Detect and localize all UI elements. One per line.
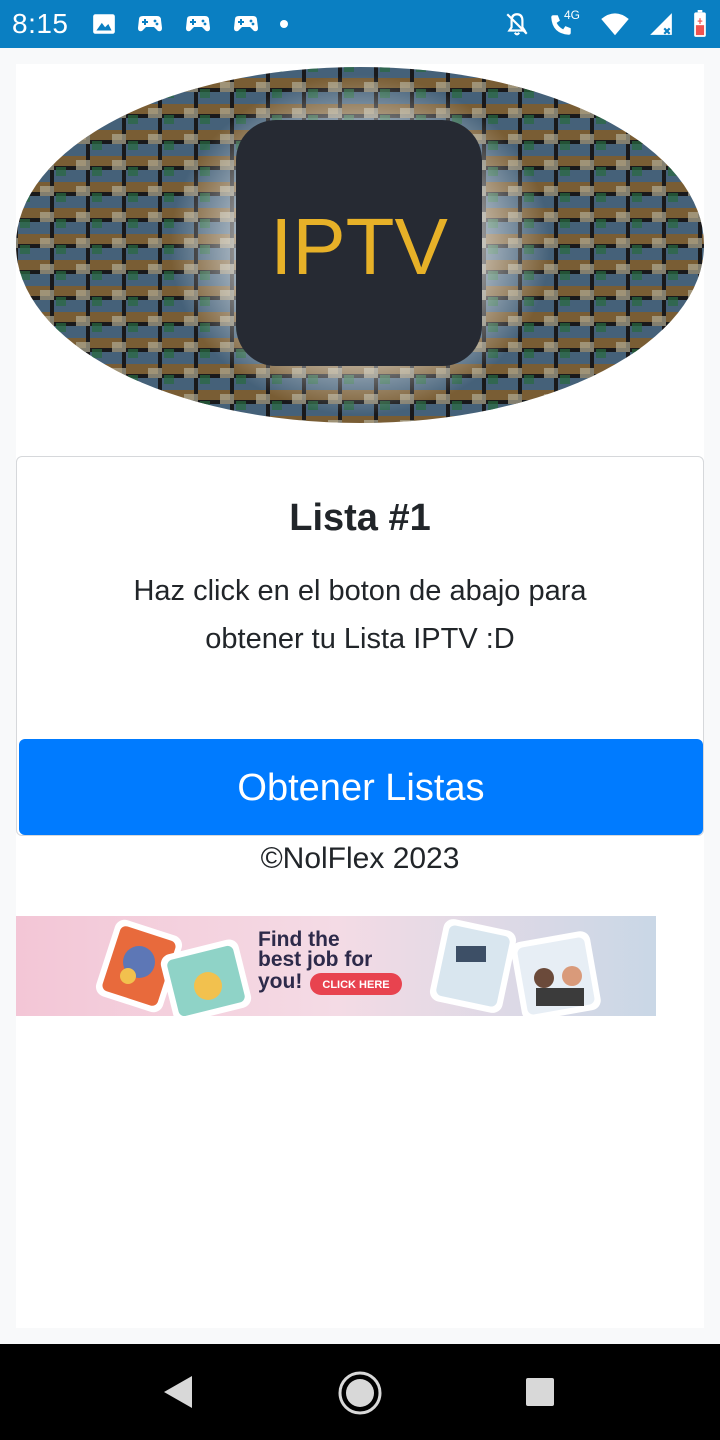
status-bar: 8:15 4G [0, 0, 720, 48]
copyright-footer: ©NolFlex 2023 [260, 842, 460, 875]
game-controller-icon [185, 16, 210, 32]
recents-icon[interactable] [524, 1376, 556, 1408]
game-controller-icon [137, 16, 162, 32]
bell-off-icon [506, 13, 528, 36]
iptv-banner: IPTV [16, 64, 704, 426]
iptv-banner-image: IPTV [16, 67, 704, 423]
notification-icons [91, 11, 289, 37]
navigation-bar [0, 1344, 720, 1440]
ad-headline-2: best job for [258, 948, 372, 971]
dot-icon [279, 20, 288, 28]
ad-cta-label: CLICK HERE [322, 979, 389, 991]
image-icon [92, 14, 115, 34]
card-description: Haz click en el boton de abajo para obte… [133, 575, 587, 655]
home-icon[interactable] [337, 1370, 383, 1416]
wifi-calling-4g-icon: 4G [548, 8, 582, 38]
iptv-logo-text: IPTV [270, 202, 448, 291]
back-icon[interactable] [162, 1374, 194, 1410]
battery-icon [694, 10, 706, 37]
network-type-label: 4G [564, 8, 581, 22]
system-icons: 4G [504, 8, 708, 38]
game-controller-icon [233, 16, 258, 32]
wifi-icon [601, 13, 629, 36]
card-title: Lista #1 [289, 497, 431, 539]
get-lists-button[interactable]: Obtener Listas [19, 739, 703, 835]
status-time: 8:15 [12, 8, 69, 39]
signal-icon [650, 13, 672, 35]
page-content: IPTV Lista #1 Haz click en el boton de a… [16, 64, 704, 1328]
ad-headline-3: you! [258, 970, 302, 993]
list-card: Lista #1 Haz click en el boton de abajo … [16, 456, 704, 836]
job-ad-banner[interactable]: Find the best job for you! CLICK HERE [16, 916, 656, 1016]
